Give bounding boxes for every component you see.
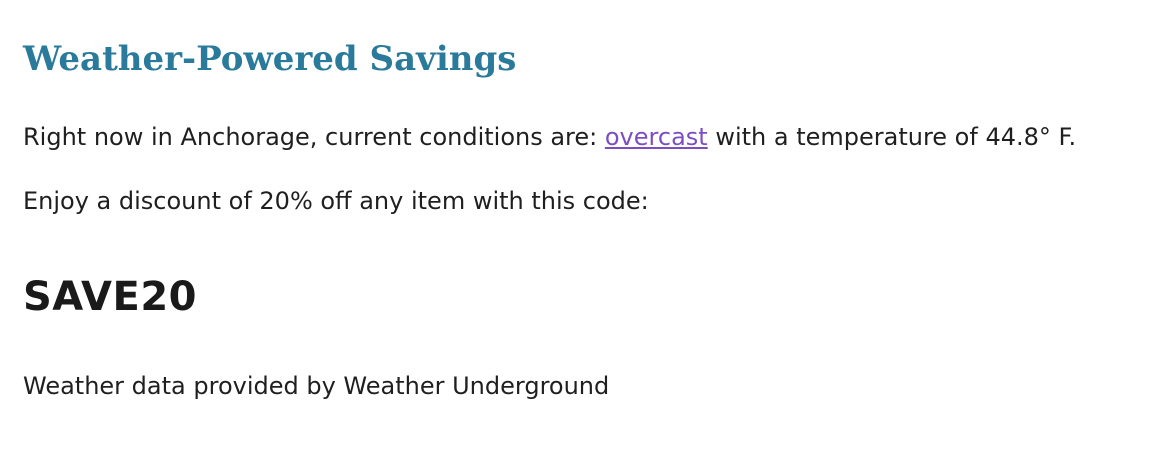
promo-code: SAVE20 <box>23 274 197 320</box>
data-credit: Weather data provided by Weather Undergr… <box>23 372 610 400</box>
conditions-suffix: with a temperature of 44.8° F. <box>707 123 1077 151</box>
page-title: Weather-Powered Savings <box>23 39 517 79</box>
discount-text: Enjoy a discount of 20% off any item wit… <box>23 187 649 215</box>
conditions-prefix: Right now in Anchorage, current conditio… <box>23 123 605 151</box>
condition-link[interactable]: overcast <box>605 123 708 151</box>
current-conditions: Right now in Anchorage, current conditio… <box>23 121 1076 153</box>
